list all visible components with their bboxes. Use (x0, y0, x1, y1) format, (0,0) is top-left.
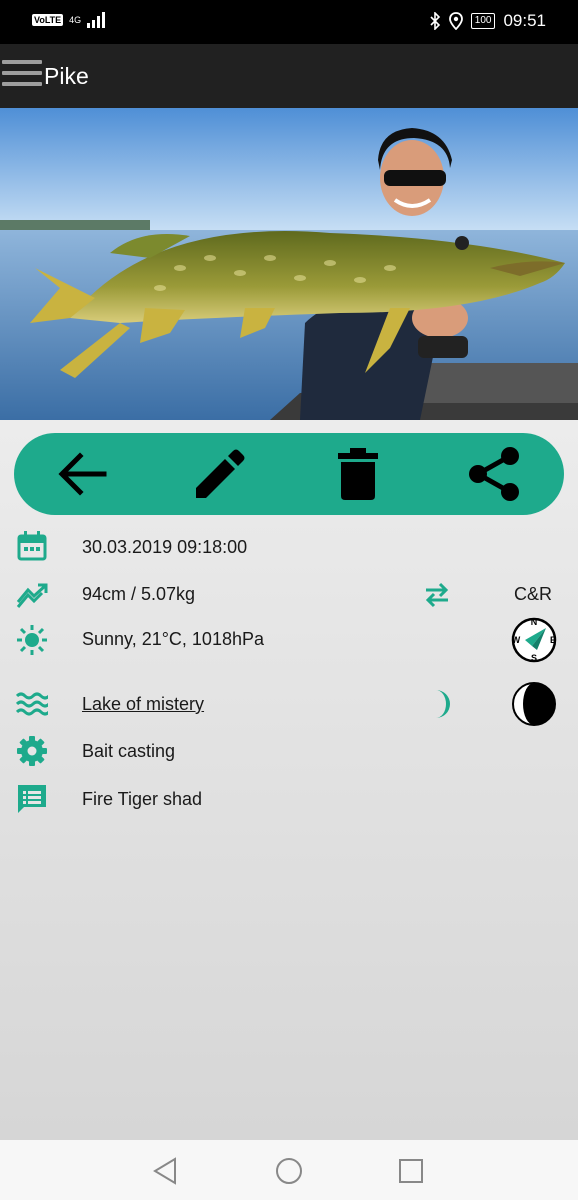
location-icon (448, 12, 463, 30)
compass-s: S (531, 653, 537, 663)
battery-icon: 100 (470, 13, 496, 29)
compass-n: N (531, 617, 538, 627)
delete-trash-icon[interactable] (330, 446, 386, 502)
catch-size-weight: 94cm / 5.07kg (82, 584, 196, 604)
recents-square-icon[interactable] (396, 1156, 426, 1186)
compass-e: E (550, 635, 556, 645)
status-right: 100 09:51 (429, 11, 546, 31)
catch-date-time: 30.03.2019 09:18:00 (82, 537, 248, 557)
bluetooth-icon (430, 12, 440, 30)
pike-catch-photo (0, 108, 578, 420)
action-bar (14, 433, 564, 515)
calendar-icon (17, 531, 47, 561)
share-icon[interactable] (466, 446, 522, 502)
home-circle-icon[interactable] (274, 1156, 304, 1186)
weather-summary: Sunny, 21°C, 1018hPa (82, 629, 264, 649)
catch-and-release: C&R (514, 584, 553, 604)
page-title: Pike (44, 63, 89, 89)
moon-phase-icon (512, 682, 556, 726)
edit-pencil-icon[interactable] (190, 446, 246, 502)
catch-details: 30.03.2019 09:18:00 94cm / 5.07kg C&R Su… (0, 420, 578, 1140)
hamburger-menu-icon[interactable] (2, 60, 42, 90)
location-link[interactable]: Lake of mistery (82, 694, 204, 715)
fishing-method: Bait casting (82, 741, 176, 761)
clock: 09:51 (503, 11, 546, 30)
sun-icon (17, 625, 47, 655)
back-triangle-icon[interactable] (151, 1156, 181, 1186)
signal-icon (87, 12, 106, 28)
status-left: VoLTE 4G (32, 12, 107, 28)
swap-icon (425, 582, 449, 608)
system-nav-bar (0, 1140, 578, 1200)
network-type: 4G (69, 15, 82, 25)
gear-icon (17, 736, 47, 766)
compass-w: W (512, 635, 521, 645)
volte-badge: VoLTE (32, 14, 64, 26)
bait-name: Fire Tiger shad (82, 789, 203, 809)
trend-icon (16, 583, 48, 608)
waves-icon (16, 692, 48, 716)
compass-icon: N S E W (511, 617, 557, 663)
status-bar: VoLTE 4G 100 09:51 (0, 0, 578, 44)
notes-icon (18, 785, 46, 813)
back-arrow-icon[interactable] (54, 446, 110, 502)
crescent-moon-icon (436, 690, 450, 718)
app-bar: Pike (0, 44, 578, 108)
